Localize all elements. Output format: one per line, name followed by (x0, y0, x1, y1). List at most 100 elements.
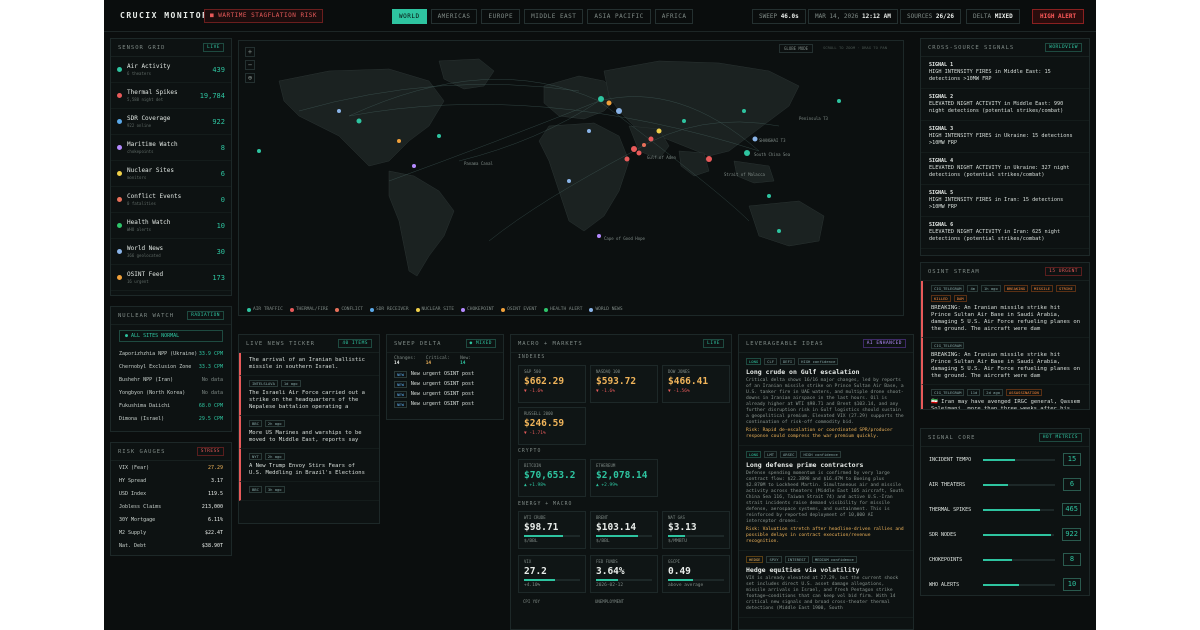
market-label: FED FUNDS (596, 559, 618, 564)
market-bar-fill (596, 579, 619, 581)
market-card[interactable]: RUSSELL 2000 $246.59 ▼ -1.71% (518, 407, 586, 445)
ticker-item[interactable]: INTELSLAVA 1d ago The Israeli Air Force ca… (239, 376, 379, 416)
sensor-row[interactable]: Conflict Events 0 fatalities 0 (111, 187, 231, 213)
delta-row[interactable]: NEW New urgent OSINT post (387, 369, 503, 379)
nuclear-status: ● ALL SITES NORMAL (119, 330, 223, 342)
signal-item[interactable]: SIGNAL 1 HIGH INTENSITY FIRES in Middle E… (921, 57, 1089, 89)
market-card[interactable]: DOW JONES $466.41 ▼ -1.56% (662, 365, 730, 403)
market-bar-fill (668, 579, 694, 581)
map-hint: SCROLL TO ZOOM · DRAG TO PAN (823, 45, 888, 50)
idea-risk: Risk: Rapid de-escalation or coordinated… (746, 428, 893, 439)
ticker-tag: 1d ago (280, 380, 301, 387)
market-card[interactable]: WTI CRUDE $98.71 $/BBL (518, 511, 586, 549)
risk-name: Nat. Debt (119, 542, 147, 549)
market-card[interactable]: NASDAQ 100 $593.72 ▼ -1.6% (590, 365, 658, 403)
map-label: Gulf of Aden (647, 155, 676, 160)
legend-dot-icon (589, 307, 594, 312)
legend-item[interactable]: CHOKEPOINT (461, 307, 494, 312)
osint-item[interactable]: CIG_TELEGRAM 11d 2d ago ASSASSINATION 🇮🇷 Ira… (921, 385, 1089, 409)
market-card[interactable]: ETHEREUM $2,078.14 ▲ +2.99% (590, 459, 658, 497)
delta-text: New urgent OSINT post (410, 401, 475, 407)
energy-section-label: ENERGY + MACRO (518, 502, 573, 507)
idea-card[interactable]: HEDGE SPXY INTEREST MEDIUM confidence Hedge … (739, 551, 913, 618)
sensor-name: Nuclear Sites (127, 167, 174, 174)
high-alert-badge[interactable]: HIGH ALERT (1032, 9, 1085, 24)
risk-name: VIX (Fear) (119, 464, 150, 471)
risk-alert-tag[interactable]: ■ WARTIME STAGFLATION RISK (204, 9, 323, 23)
idea-card[interactable]: LONG CLF DEFI HIGH confidence Long crude on … (739, 353, 913, 446)
legend-item[interactable]: AIR TRAFFIC (247, 307, 283, 312)
legend-item[interactable]: CONFLICT (335, 307, 363, 312)
idea-card[interactable]: LONG LMT ARSEC HIGH confidence Long defense … (739, 446, 913, 551)
delta-row[interactable]: NEW New urgent OSINT post (387, 399, 503, 409)
market-label: DOW JONES (668, 369, 690, 374)
market-sub: 2026-02-12 (596, 583, 624, 588)
sensor-row[interactable]: Maritime Watch chokepoints 8 (111, 135, 231, 161)
legend-item[interactable]: NUCLEAR SITE (415, 307, 454, 312)
market-card[interactable]: VIX 27.2 +4.10% (518, 555, 586, 593)
ticker-item[interactable]: The arrival of an Iranian ballistic miss… (239, 353, 379, 376)
tab-world[interactable]: WORLD (392, 9, 427, 24)
risk-row: VIX (Fear) 27.29 (111, 461, 231, 474)
signal-item[interactable]: SIGNAL 5 HIGH INTENSITY FIRES in Iran: 15… (921, 185, 1089, 217)
zoom-in-button[interactable]: + (245, 47, 255, 57)
sensor-row[interactable]: SDR Coverage 922 online 922 (111, 109, 231, 135)
market-value: 3.64% (596, 566, 625, 577)
core-row: AIR THEATERS 6 (921, 472, 1089, 497)
signal-item[interactable]: SIGNAL 4 ELEVATED NIGHT ACTIVITY in Ukrai… (921, 153, 1089, 185)
risk-row: HY Spread 3.17 (111, 474, 231, 487)
sensor-row[interactable]: OSINT Feed 16 urgent 173 (111, 265, 231, 291)
sensor-sub: WHO alerts (127, 227, 152, 232)
legend-item[interactable]: WORLD NEWS (589, 307, 623, 312)
map-legend: AIR TRAFFIC THERMAL/FIRE CONFLICT SDR RECEI… (247, 307, 623, 312)
world-map[interactable]: + − ⊕ GLOBE MODE SCROLL TO ZOOM · DRAG T… (238, 40, 904, 316)
legend-item[interactable]: SDR RECEIVER (370, 307, 409, 312)
market-card[interactable]: GSCPI 0.49 above average (662, 555, 730, 593)
tab-asia-pacific[interactable]: ASIA PACIFIC (587, 9, 651, 24)
ticker-item[interactable]: BBC 3h ago (239, 482, 379, 501)
tab-europe[interactable]: EUROPE (481, 9, 521, 24)
ticker-item[interactable]: NYT 2h ago A New Trump Envoy Stirs Fears o… (239, 449, 379, 482)
osint-item[interactable]: CIG_TELEGRAM BREAKING: An Iranian missile… (921, 338, 1089, 385)
tab-americas[interactable]: AMERICAS (430, 9, 478, 24)
sensor-row[interactable]: Thermal Spikes 5,588 night det 19,784 (111, 83, 231, 109)
market-card[interactable]: BITCOIN $70,653.2 ▲ +1.98% (518, 459, 586, 497)
market-delta: ▲ +1.98% (524, 483, 546, 488)
market-value: $103.14 (596, 522, 637, 533)
core-name: SDR NODES (929, 531, 957, 538)
zoom-out-button[interactable]: − (245, 60, 255, 70)
ticker-item[interactable]: BBC 2h ago More US Marines and warships to… (239, 416, 379, 449)
sensor-row[interactable]: World News 366 geolocated 30 (111, 239, 231, 265)
globe-mode-button[interactable]: GLOBE MODE (779, 44, 814, 53)
delta-row[interactable]: NEW New urgent OSINT post (387, 379, 503, 389)
osint-tag: 4m (967, 285, 979, 292)
recenter-button[interactable]: ⊕ (245, 73, 255, 83)
idea-tag: LONG (746, 358, 762, 365)
legend-item[interactable]: THERMAL/FIRE (289, 307, 328, 312)
sensor-row[interactable]: Nuclear Sites monitors 6 (111, 161, 231, 187)
market-card[interactable]: S&P 500 $662.29 ▼ -1.6% (518, 365, 586, 403)
tab-africa[interactable]: AFRICA (654, 9, 694, 24)
worldview-badge: WORLDVIEW (1045, 43, 1082, 52)
osint-item[interactable]: CIG_TELEGRAM 4m 1h ago BREAKING MISSILE STRIK… (921, 281, 1089, 338)
sensor-text: Air Activity 6 theaters (127, 63, 170, 76)
delta-row[interactable]: NEW New urgent OSINT post (387, 389, 503, 399)
signal-item[interactable]: SIGNAL 2 ELEVATED NIGHT ACTIVITY in Middl… (921, 89, 1089, 121)
tab-middle-east[interactable]: MIDDLE EAST (524, 9, 584, 24)
signal-item[interactable]: SIGNAL 6 ELEVATED NIGHT ACTIVITY in Iran:… (921, 217, 1089, 249)
idea-tag: CLF (764, 358, 778, 365)
site-name: Zaporizhzhia NPP (Ukraine) (119, 350, 198, 357)
legend-dot-icon (335, 307, 340, 312)
market-card[interactable]: FED FUNDS 3.64% 2026-02-12 (590, 555, 658, 593)
sensor-row[interactable]: Health Watch WHO alerts 10 (111, 213, 231, 239)
sensor-row[interactable]: Air Activity 6 theaters 439 (111, 57, 231, 83)
market-card[interactable]: NAT GAS $3.13 $/MMBTU (662, 511, 730, 549)
signal-item[interactable]: SIGNAL 3 HIGH INTENSITY FIRES in Ukraine:… (921, 121, 1089, 153)
market-sub: +4.10% (524, 583, 541, 588)
market-value: $662.29 (524, 376, 565, 387)
market-delta: ▼ -1.56% (668, 389, 690, 394)
legend-item[interactable]: HEALTH ALERT (543, 307, 582, 312)
map-label: SHANGHAI T3 (759, 138, 786, 143)
market-card[interactable]: BRENT $103.14 $/BBL (590, 511, 658, 549)
legend-item[interactable]: OSINT EVENT (501, 307, 537, 312)
